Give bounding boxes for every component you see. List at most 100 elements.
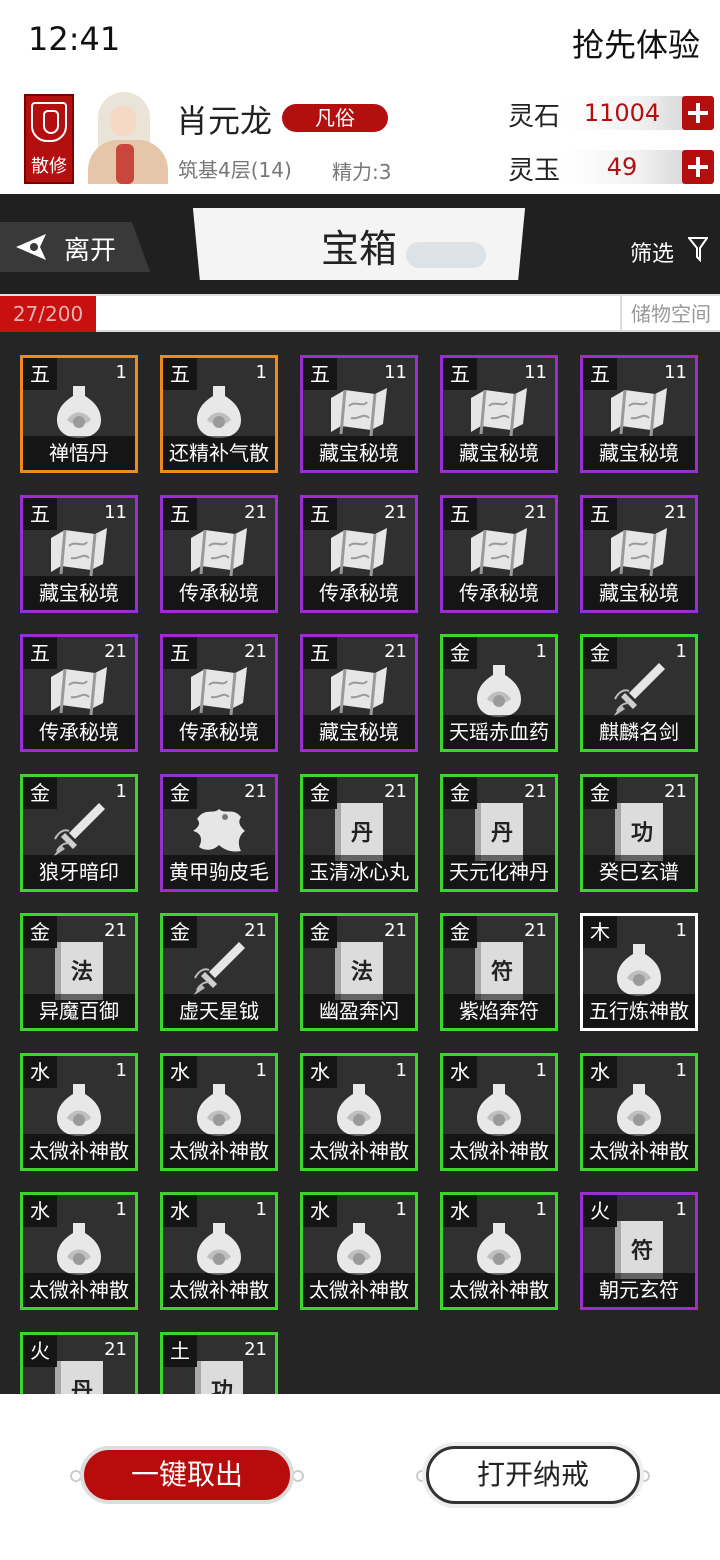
item-name: 太微补神散 [303,1273,415,1307]
item-grid[interactable]: 五 1 禅悟丹五 1 还精补气散五 11 藏宝秘境五 11 藏宝秘境五 11 藏宝秘境五 11 藏宝秘境… [0,332,720,1394]
item-name: 还精补气散 [163,436,275,470]
item-cell[interactable]: 五 21 传承秘境 [440,495,558,613]
page-header: 离开 宝箱 筛选 [0,194,720,294]
storage-label: 储物空间 [620,296,720,332]
item-count: 21 [384,641,407,662]
player-profile: 散修 肖元龙 凡俗 筑基4层(14) 精力:3 灵石 11004 灵玉 49 [0,84,720,194]
open-ring-button[interactable]: 打开纳戒 [426,1446,640,1504]
book-glyph: 丹 [490,820,513,846]
item-cell[interactable]: 金 1 天瑶赤血药 [440,634,558,752]
player-name: 肖元龙 [176,102,273,140]
add-spirit-jade-button[interactable] [682,150,714,184]
item-cell[interactable]: 水 1 太微补神散 [440,1053,558,1171]
element-tag: 金 [443,637,477,669]
item-cell[interactable]: 五 21 传承秘境 [20,634,138,752]
item-cell[interactable]: 金 1 狼牙暗印 [20,774,138,892]
item-cell[interactable]: 符金 21 紫焰奔符 [440,913,558,1031]
item-cell[interactable]: 五 1 禅悟丹 [20,355,138,473]
book-icon: 法 [335,942,383,1000]
item-cell[interactable]: 五 21 传承秘境 [160,495,278,613]
item-count: 1 [675,1060,687,1081]
item-cell[interactable]: 功金 21 癸巳玄谱 [580,774,698,892]
page-title: 宝箱 [320,227,397,271]
item-cell[interactable]: 功土 21 [160,1332,278,1394]
element-tag: 土 [163,1335,197,1367]
item-name: 天瑶赤血药 [443,715,555,749]
item-cell[interactable]: 水 1 太微补神散 [440,1192,558,1310]
item-name: 太微补神散 [163,1134,275,1168]
item-count: 1 [115,781,127,802]
item-cell[interactable]: 水 1 太微补神散 [20,1192,138,1310]
item-cell[interactable]: 符火 1 朝元玄符 [580,1192,698,1310]
element-tag: 水 [303,1056,337,1088]
item-cell[interactable]: 五 21 传承秘境 [300,495,418,613]
element-tag: 五 [163,498,197,530]
item-name: 朝元玄符 [583,1273,695,1307]
book-glyph: 符 [630,1238,653,1264]
item-cell[interactable]: 丹金 21 天元化神丹 [440,774,558,892]
item-count: 1 [675,641,687,662]
item-cell[interactable]: 五 1 还精补气散 [160,355,278,473]
item-cell[interactable]: 水 1 太微补神散 [300,1192,418,1310]
element-tag: 火 [23,1335,57,1367]
item-count: 21 [244,781,267,802]
storage-bar: 27/200 储物空间 [0,294,720,332]
book-glyph: 功 [210,1378,233,1394]
element-tag: 水 [23,1195,57,1227]
book-glyph: 符 [490,959,513,985]
spirit-stone-currency: 灵石 11004 [508,94,714,132]
item-count: 11 [384,362,407,383]
item-cell[interactable]: 五 11 藏宝秘境 [20,495,138,613]
item-name: 藏宝秘境 [443,436,555,470]
item-cell[interactable]: 五 11 藏宝秘境 [300,355,418,473]
item-count: 1 [675,920,687,941]
item-count: 1 [255,1060,267,1081]
item-cell[interactable]: 五 21 传承秘境 [160,634,278,752]
filter-label: 筛选 [630,242,675,267]
item-cell[interactable]: 金 21 虚天星钺 [160,913,278,1031]
element-tag: 金 [303,916,337,948]
element-tag: 水 [443,1056,477,1088]
item-cell[interactable]: 水 1 太微补神散 [20,1053,138,1171]
item-name: 幽盈奔闪 [303,994,415,1028]
item-name: 狼牙暗印 [23,855,135,889]
item-cell[interactable]: 丹金 21 玉清冰心丸 [300,774,418,892]
item-name: 太微补神散 [23,1273,135,1307]
item-cell[interactable]: 五 21 藏宝秘境 [580,495,698,613]
leave-button[interactable]: 离开 [0,222,150,272]
item-count: 21 [244,641,267,662]
filter-button[interactable]: 筛选 [620,234,714,268]
element-tag: 五 [163,637,197,669]
item-name: 藏宝秘境 [583,436,695,470]
item-cell[interactable]: 丹火 21 [20,1332,138,1394]
item-cell[interactable]: 五 11 藏宝秘境 [440,355,558,473]
item-cell[interactable]: 水 1 太微补神散 [160,1192,278,1310]
status-time: 12:41 [28,20,121,58]
sect-badge[interactable]: 散修 [24,94,74,184]
item-cell[interactable]: 金 21 黄甲驹皮毛 [160,774,278,892]
item-cell[interactable]: 金 1 麒麟名剑 [580,634,698,752]
book-icon: 功 [195,1361,243,1394]
item-name: 传承秘境 [163,576,275,610]
item-cell[interactable]: 法金 21 异魔百御 [20,913,138,1031]
element-tag: 金 [443,916,477,948]
item-cell[interactable]: 法金 21 幽盈奔闪 [300,913,418,1031]
avatar[interactable] [80,92,170,184]
item-name: 传承秘境 [163,715,275,749]
item-cell[interactable]: 五 21 藏宝秘境 [300,634,418,752]
item-cell[interactable]: 水 1 太微补神散 [160,1053,278,1171]
item-cell[interactable]: 水 1 太微补神散 [580,1053,698,1171]
currency-label: 灵石 [508,102,561,132]
take-all-button[interactable]: 一键取出 [80,1446,294,1504]
item-name: 黄甲驹皮毛 [163,855,275,889]
item-cell[interactable]: 水 1 太微补神散 [300,1053,418,1171]
item-count: 11 [664,362,687,383]
currency-label: 灵玉 [508,156,561,186]
item-cell[interactable]: 木 1 五行炼神散 [580,913,698,1031]
element-tag: 水 [23,1056,57,1088]
book-icon: 符 [475,942,523,1000]
add-spirit-stone-button[interactable] [682,96,714,130]
item-cell[interactable]: 五 11 藏宝秘境 [580,355,698,473]
currency-value: 49 [606,153,638,181]
book-icon: 丹 [475,803,523,861]
